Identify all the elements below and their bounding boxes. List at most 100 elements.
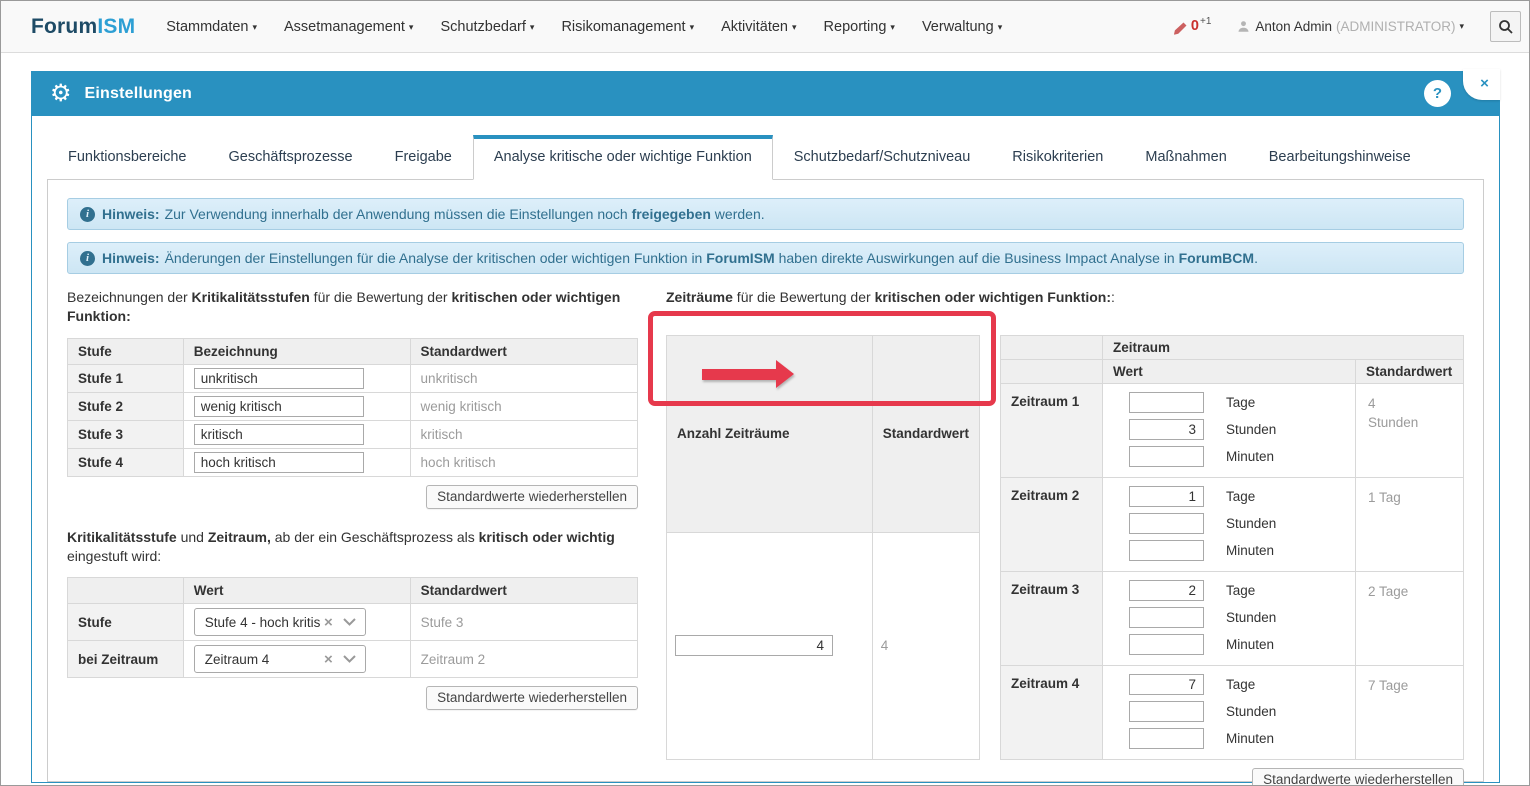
panel-header: ⚙ Einstellungen ? ×: [32, 69, 1500, 116]
edit-mode-indicator[interactable]: 0 +1: [1173, 15, 1212, 36]
unit-label: Stunden: [1226, 516, 1277, 531]
menu-stammdaten[interactable]: Stammdaten ▾: [166, 19, 257, 35]
row-label: Stufe 2: [67, 392, 184, 421]
row-label: Zeitraum 3: [1000, 571, 1103, 666]
unit-label: Stunden: [1226, 704, 1277, 719]
stufe1-bezeichnung-input[interactable]: [193, 368, 364, 389]
settings-tabs: Funktionsbereiche Geschäftsprozesse Frei…: [47, 135, 1484, 180]
default-value: 4: [871, 531, 981, 761]
unit-label: Minuten: [1226, 449, 1275, 464]
default-value: Stufe 3: [409, 603, 639, 641]
default-value: Zeitraum 2: [409, 640, 639, 678]
restore-defaults-button[interactable]: Standardwerte wiederherstellen: [1252, 768, 1464, 785]
menu-reporting[interactable]: Reporting ▾: [824, 19, 895, 35]
zeitraum4-tage-input[interactable]: [1129, 674, 1204, 695]
user-menu[interactable]: Anton Admin (ADMINISTRATOR) ▾: [1237, 19, 1464, 34]
stufe3-bezeichnung-input[interactable]: [193, 424, 364, 445]
unit-label: Stunden: [1226, 422, 1277, 437]
gear-icon: ⚙: [50, 80, 72, 107]
restore-defaults-button[interactable]: Standardwerte wiederherstellen: [426, 686, 638, 710]
menu-verwaltung[interactable]: Verwaltung ▾: [922, 19, 1002, 35]
table-row: Zeitraum 1 Tage Stunden Minuten 4Stunden: [1000, 383, 1464, 478]
clear-icon[interactable]: ×: [324, 615, 333, 630]
close-button[interactable]: ×: [1463, 69, 1500, 100]
search-icon: [1498, 19, 1513, 34]
zeitraum2-minuten-input[interactable]: [1129, 540, 1204, 561]
zeitraum3-tage-input[interactable]: [1129, 580, 1204, 601]
default-value: wenig kritisch: [409, 392, 639, 421]
row-label: bei Zeitraum: [67, 640, 184, 678]
table-row: Stufe 3 kritisch: [67, 420, 639, 449]
column-header: Standardwert: [871, 335, 981, 533]
restore-defaults-button[interactable]: Standardwerte wiederherstellen: [426, 485, 638, 509]
zeitraum-select[interactable]: Zeitraum 4 ×: [193, 645, 366, 673]
anzahl-zeitraeume-input[interactable]: [675, 635, 833, 657]
default-value: unkritisch: [409, 364, 639, 393]
pencil-icon: [1173, 22, 1187, 35]
info-icon: i: [80, 206, 95, 222]
tab-funktionsbereiche[interactable]: Funktionsbereiche: [47, 135, 208, 179]
clear-icon[interactable]: ×: [324, 652, 333, 667]
menu-assetmanagement[interactable]: Assetmanagement ▾: [284, 19, 413, 35]
table-row: Stufe 1 unkritisch: [67, 364, 639, 393]
nav-right-group: 0 +1 Anton Admin (ADMINISTRATOR) ▾: [1173, 11, 1521, 42]
column-header: Standardwert: [1355, 359, 1464, 384]
info-icon: i: [80, 250, 95, 266]
chevron-down-icon: ▾: [529, 21, 535, 32]
chevron-down-icon: ▾: [252, 21, 258, 32]
table-row: Zeitraum 3 Tage Stunden Minuten 2 Tage: [1000, 571, 1464, 666]
bezeichnungen-heading: Bezeichnungen der Kritikalitätsstufen fü…: [67, 289, 621, 324]
column-header: Bezeichnung: [182, 338, 411, 365]
default-value: 7 Tage: [1355, 665, 1464, 760]
hint-freigabe: i Hinweis: Zur Verwendung innerhalb der A…: [67, 198, 1464, 230]
help-icon: ?: [1432, 85, 1443, 102]
tab-analyse-kritische-funktion[interactable]: Analyse kritische oder wichtige Funktion: [472, 135, 773, 180]
unit-label: Minuten: [1226, 637, 1275, 652]
default-value: 4 Stunden: [1355, 383, 1464, 478]
edit-count-badge: +1: [1200, 15, 1212, 27]
unit-label: Tage: [1226, 489, 1256, 504]
user-role: (ADMINISTRATOR): [1335, 19, 1456, 34]
row-label: Zeitraum 2: [1000, 477, 1103, 572]
zeitraum4-stunden-input[interactable]: [1129, 701, 1204, 722]
hint-label: Hinweis:: [102, 250, 160, 266]
zeitraeume-tables: Anzahl Zeiträume Standardwert 4 4 Zeitra…: [666, 335, 1464, 761]
tab-freigabe[interactable]: Freigabe: [374, 135, 473, 179]
zeitraum1-minuten-input[interactable]: [1129, 446, 1204, 467]
tab-massnahmen[interactable]: Maßnahmen: [1124, 135, 1247, 179]
row-label: Stufe 1: [67, 364, 184, 393]
top-navigation: ForumISM Stammdaten ▾ Assetmanagement ▾ Sc…: [1, 1, 1529, 53]
menu-aktivitaeten[interactable]: Aktivitäten ▾: [721, 19, 796, 35]
row-label: Zeitraum 1: [1000, 383, 1103, 478]
tab-content: i Hinweis: Zur Verwendung innerhalb der A…: [47, 179, 1484, 785]
zeitraum4-minuten-input[interactable]: [1129, 728, 1204, 749]
zeitraum1-stunden-input[interactable]: [1129, 419, 1204, 440]
tab-geschaeftsprozesse[interactable]: Geschäftsprozesse: [208, 135, 374, 179]
column-header: [1000, 335, 1103, 360]
column-header: Wert: [1102, 359, 1356, 384]
stufe4-bezeichnung-input[interactable]: [193, 452, 364, 473]
chevron-down-icon: ▾: [890, 21, 895, 32]
zeitraum2-tage-input[interactable]: [1129, 486, 1204, 507]
column-header: [1000, 359, 1103, 384]
zeitraum2-stunden-input[interactable]: [1129, 513, 1204, 534]
tab-risikokriterien[interactable]: Risikokriterien: [991, 135, 1124, 179]
menu-schutzbedarf[interactable]: Schutzbedarf ▾: [440, 19, 534, 35]
menu-risikomanagement[interactable]: Risikomanagement ▾: [561, 19, 694, 35]
edit-count: 0: [1190, 17, 1199, 34]
stufe2-bezeichnung-input[interactable]: [193, 396, 364, 417]
tab-bearbeitungshinweise[interactable]: Bearbeitungshinweise: [1248, 135, 1432, 179]
zeitraum1-tage-input[interactable]: [1129, 392, 1204, 413]
app-logo[interactable]: ForumISM: [31, 15, 135, 39]
chevron-down-icon: ▾: [689, 21, 695, 32]
panel-title: Einstellungen: [84, 85, 193, 102]
user-name: Anton Admin: [1255, 19, 1332, 34]
zeitraum3-stunden-input[interactable]: [1129, 607, 1204, 628]
tab-schutzbedarf-schutzniveau[interactable]: Schutzbedarf/Schutzniveau: [773, 135, 992, 179]
table-row: bei Zeitraum Zeitraum 4 × Zeitraum 2: [67, 640, 639, 678]
stufe-select[interactable]: Stufe 4 - hoch kritisch ×: [193, 608, 366, 636]
default-value: 2 Tage: [1355, 571, 1464, 666]
search-button[interactable]: [1490, 11, 1521, 42]
help-button[interactable]: ?: [1424, 80, 1451, 107]
zeitraum3-minuten-input[interactable]: [1129, 634, 1204, 655]
